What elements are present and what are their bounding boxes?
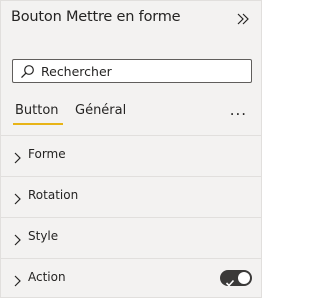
section-forme[interactable]: Forme (1, 135, 261, 175)
collapse-pane-icon[interactable] (235, 10, 253, 28)
tab-button[interactable]: Button (15, 103, 59, 118)
more-options-button[interactable]: ... (230, 101, 247, 119)
section-label: Forme (28, 147, 66, 161)
check-icon (225, 273, 235, 287)
action-toggle[interactable] (220, 270, 252, 287)
search-input[interactable] (41, 61, 241, 81)
format-tabs: Button Général ... (1, 99, 261, 127)
tab-general[interactable]: Général (75, 103, 126, 118)
search-icon (20, 64, 35, 79)
pane-title: Bouton Mettre en forme (11, 9, 181, 25)
active-tab-indicator (13, 123, 63, 125)
section-label: Rotation (28, 188, 79, 202)
format-pane: Bouton Mettre en forme Button Général ..… (0, 0, 262, 298)
chevron-right-icon (12, 149, 22, 164)
chevron-right-icon (12, 190, 22, 205)
chevron-right-icon (12, 272, 22, 287)
search-box[interactable] (12, 59, 252, 83)
section-label: Style (28, 229, 59, 243)
section-action[interactable]: Action (1, 258, 261, 298)
section-style[interactable]: Style (1, 217, 261, 257)
chevron-right-icon (12, 231, 22, 246)
toggle-knob (238, 272, 250, 284)
section-label: Action (28, 270, 66, 284)
section-rotation[interactable]: Rotation (1, 176, 261, 216)
pane-header: Bouton Mettre en forme (1, 1, 261, 41)
